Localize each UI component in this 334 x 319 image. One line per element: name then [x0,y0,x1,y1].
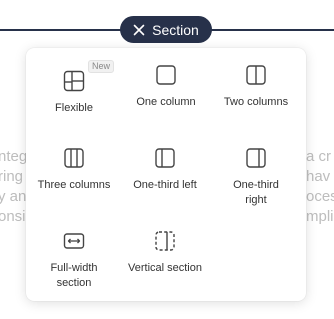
option-flexible[interactable]: Flexible [26,70,122,116]
editor-canvas: nteg ring y an onsil a cr hav oces mplia… [0,0,334,319]
option-one-third-left[interactable]: One-third left [117,147,213,193]
one-column-icon [156,65,176,85]
full-width-icon [63,233,85,249]
option-one-third-right-label: One-third right [233,179,279,206]
option-two-columns-label: Two columns [223,96,289,108]
vertical-section-icon [155,231,175,251]
close-icon[interactable] [133,24,145,36]
section-pill-label: Section [152,21,199,38]
option-one-column-label: One column [136,96,196,108]
one-third-right-icon [246,148,266,168]
two-columns-icon [246,65,266,85]
background-text-right: a cr hav oces mplia [306,148,334,225]
new-badge: New [88,60,115,73]
option-three-columns[interactable]: Three columns [26,147,122,193]
background-text-left: nteg ring y an onsil [0,148,29,225]
option-vertical-section-label: Vertical section [128,262,202,274]
one-third-left-icon [155,148,175,168]
option-vertical-section[interactable]: Vertical section [117,230,213,276]
option-one-column[interactable]: One column [118,64,214,110]
option-flexible-label: Flexible [55,102,93,114]
flexible-layout-icon [63,70,85,92]
option-full-width-section[interactable]: Full-width section [26,230,122,291]
three-columns-icon [64,148,84,168]
section-pill-button[interactable]: Section [120,16,212,43]
section-layout-menu: Flexible New One column Two columns Thre… [26,48,306,301]
option-full-width-section-label: Full-width section [50,262,98,289]
option-two-columns[interactable]: Two columns [208,64,304,110]
option-three-columns-label: Three columns [37,179,111,191]
option-one-third-right[interactable]: One-third right [208,147,304,208]
option-one-third-left-label: One-third left [133,179,197,191]
